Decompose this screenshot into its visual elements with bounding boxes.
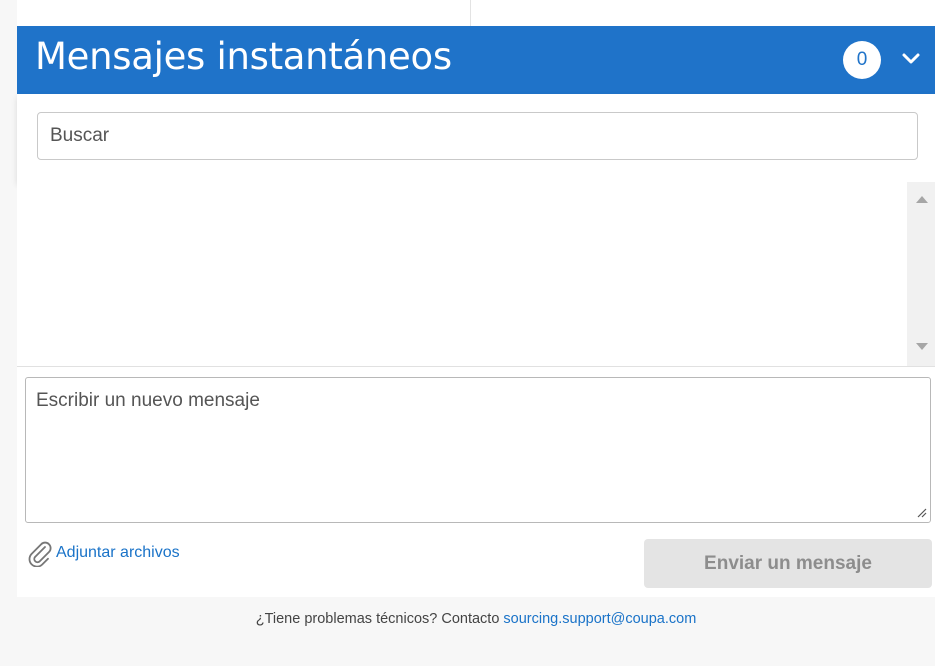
- background-sidebar-edge: [0, 0, 18, 666]
- panel-header: Mensajes instantáneos 0: [17, 26, 935, 94]
- arrow-down-icon[interactable]: [916, 343, 928, 350]
- chevron-down-icon[interactable]: [900, 48, 922, 70]
- message-list-scrollbar[interactable]: [907, 182, 935, 366]
- attach-files-label: Adjuntar archivos: [56, 544, 180, 561]
- unread-count-badge[interactable]: 0: [843, 41, 881, 79]
- arrow-up-icon[interactable]: [916, 196, 928, 203]
- send-message-button[interactable]: Enviar un mensaje: [644, 539, 932, 588]
- support-email-link[interactable]: sourcing.support@coupa.com: [503, 611, 696, 627]
- search-area: [17, 94, 935, 182]
- message-list[interactable]: [17, 182, 935, 367]
- new-message-textarea[interactable]: [25, 377, 931, 523]
- background-top-strip: [17, 0, 935, 26]
- attach-files-link[interactable]: Adjuntar archivos: [26, 538, 180, 568]
- support-prompt: ¿Tiene problemas técnicos? Contacto: [255, 611, 500, 627]
- paperclip-icon: [28, 541, 52, 567]
- search-input[interactable]: [37, 112, 918, 160]
- instant-messages-panel: Mensajes instantáneos 0 Adjuntar archivo…: [17, 26, 935, 666]
- resize-grip-icon[interactable]: [915, 506, 927, 518]
- support-text: ¿Tiene problemas técnicos? Contacto sour…: [17, 611, 935, 627]
- panel-title: Mensajes instantáneos: [35, 35, 452, 78]
- support-footer: ¿Tiene problemas técnicos? Contacto sour…: [17, 597, 935, 666]
- background-divider: [470, 0, 471, 26]
